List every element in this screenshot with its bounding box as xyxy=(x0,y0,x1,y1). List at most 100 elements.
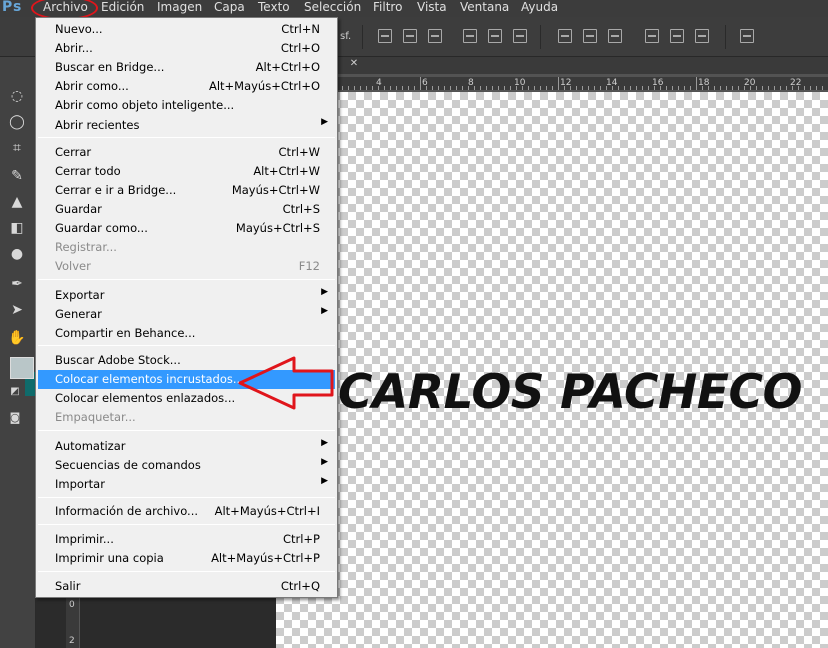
ruler-tick xyxy=(498,86,499,90)
distribute-top-icon[interactable] xyxy=(558,29,572,43)
menu-ventana[interactable]: Ventana xyxy=(460,0,509,17)
menu-item-secuencias-comandos[interactable]: Secuencias de comandos ▶ xyxy=(36,456,337,475)
pen-tool-icon[interactable]: ✒ xyxy=(6,275,28,293)
path-select-icon[interactable]: ➤ xyxy=(6,301,28,319)
menu-item-automatizar[interactable]: Automatizar ▶ xyxy=(36,437,337,456)
ruler-tick xyxy=(804,86,805,90)
ruler-tick xyxy=(564,86,565,90)
menu-vista[interactable]: Vista xyxy=(417,0,447,17)
menu-item-registrar: Registrar... xyxy=(55,240,117,254)
crop-tool-icon[interactable]: ⌗ xyxy=(6,139,28,157)
menu-item-informacion-archivo[interactable]: Información de archivo... Alt+Mayús+Ctrl+… xyxy=(36,502,337,521)
ruler-tick xyxy=(666,86,667,90)
menu-item-imprimir[interactable]: Imprimir... Ctrl+P xyxy=(36,530,337,549)
ruler-tick xyxy=(480,86,481,90)
annotation-arrow xyxy=(238,356,334,410)
menu-item-abrir-recientes[interactable]: Abrir recientes ▶ xyxy=(36,116,337,135)
stamp-tool-icon[interactable]: ▲ xyxy=(6,193,28,211)
ruler-tick xyxy=(570,86,571,90)
menu-separator xyxy=(38,430,335,431)
ruler-tick xyxy=(696,77,697,90)
lasso-tool-icon[interactable]: ◯ xyxy=(6,113,28,131)
menu-separator xyxy=(38,497,335,498)
submenu-arrow-icon: ▶ xyxy=(321,476,328,486)
menu-item-salir[interactable]: Salir Ctrl+Q xyxy=(36,577,337,596)
marquee-tool-icon[interactable]: ◌ xyxy=(6,87,28,105)
menu-texto[interactable]: Texto xyxy=(258,0,290,17)
ruler-tick xyxy=(810,86,811,90)
distribute-bottom-icon[interactable] xyxy=(608,29,622,43)
menu-item-cerrar-todo[interactable]: Cerrar todo Alt+Ctrl+W xyxy=(36,162,337,181)
menu-filtro[interactable]: Filtro xyxy=(373,0,402,17)
menu-item-cerrar-ir-bridge[interactable]: Cerrar e ir a Bridge... Mayús+Ctrl+W xyxy=(36,181,337,200)
menu-item-nuevo[interactable]: Nuevo... Ctrl+N xyxy=(36,20,337,39)
ruler-tick xyxy=(780,86,781,90)
ruler-tick xyxy=(516,86,517,90)
menu-item-guardar[interactable]: Guardar Ctrl+S xyxy=(36,200,337,219)
align-left-icon[interactable] xyxy=(463,29,477,43)
ruler-tick xyxy=(420,77,421,90)
menu-item-importar[interactable]: Importar ▶ xyxy=(36,475,337,494)
menu-item-guardar-como[interactable]: Guardar como... Mayús+Ctrl+S xyxy=(36,219,337,238)
menu-item-imprimir-copia[interactable]: Imprimir una copia Alt+Mayús+Ctrl+P xyxy=(36,549,337,568)
menu-separator xyxy=(38,137,335,138)
ruler-tick xyxy=(576,86,577,90)
quick-mask-icon[interactable]: ◙ xyxy=(4,409,26,427)
menu-capa[interactable]: Capa xyxy=(214,0,245,17)
swap-colors-icon[interactable]: ◩ xyxy=(4,383,26,401)
ruler-tick xyxy=(534,86,535,90)
distribute-hcenter-icon[interactable] xyxy=(670,29,684,43)
ruler-tick xyxy=(414,86,415,90)
ruler-tick xyxy=(486,86,487,90)
menu-item-abrir[interactable]: Abrir... Ctrl+O xyxy=(36,39,337,58)
foreground-color-swatch[interactable] xyxy=(10,357,34,379)
auto-align-icon[interactable] xyxy=(740,29,754,43)
menu-item-abrir-como[interactable]: Abrir como... Alt+Mayús+Ctrl+O xyxy=(36,77,337,96)
ruler-tick xyxy=(714,86,715,90)
ruler-tick xyxy=(732,86,733,90)
menu-item-exportar[interactable]: Exportar ▶ xyxy=(36,286,337,305)
menu-item-cerrar[interactable]: Cerrar Ctrl+W xyxy=(36,143,337,162)
ruler-tick xyxy=(384,86,385,90)
menu-separator xyxy=(38,524,335,525)
options-partial-label: sf. xyxy=(340,31,352,42)
ruler-tick xyxy=(744,86,745,90)
eraser-tool-icon[interactable]: ◧ xyxy=(6,219,28,237)
tab-close-icon[interactable]: ✕ xyxy=(347,57,361,71)
healing-brush-icon[interactable]: ✎ xyxy=(6,167,28,185)
menu-seleccion[interactable]: Selección xyxy=(304,0,361,17)
distribute-vcenter-icon[interactable] xyxy=(583,29,597,43)
hand-tool-icon[interactable]: ✋ xyxy=(6,329,28,347)
ruler-tick xyxy=(768,86,769,90)
menu-imagen[interactable]: Imagen xyxy=(157,0,202,17)
ruler-tick xyxy=(450,86,451,90)
align-bottom-icon[interactable] xyxy=(428,29,442,43)
menu-item-generar[interactable]: Generar ▶ xyxy=(36,305,337,324)
ruler-tick xyxy=(468,86,469,90)
ruler-tick xyxy=(774,86,775,90)
app-logo: Ps xyxy=(2,0,23,15)
ruler-tick xyxy=(492,86,493,90)
align-vcenter-icon[interactable] xyxy=(403,29,417,43)
menu-ayuda[interactable]: Ayuda xyxy=(521,0,558,17)
ruler-tick xyxy=(342,86,343,90)
blur-tool-icon[interactable]: ● xyxy=(6,245,28,263)
ruler-tick xyxy=(510,86,511,90)
ruler-tick xyxy=(372,86,373,90)
menu-item-compartir-behance[interactable]: Compartir en Behance... xyxy=(36,324,337,343)
vertical-ruler: 0 2 xyxy=(66,591,80,648)
distribute-left-icon[interactable] xyxy=(645,29,659,43)
menu-item-abrir-objeto-inteligente[interactable]: Abrir como objeto inteligente... xyxy=(36,96,337,115)
ruler-tick xyxy=(408,86,409,90)
ruler-tick xyxy=(444,86,445,90)
align-hcenter-icon[interactable] xyxy=(488,29,502,43)
file-menu-dropdown: Nuevo... Ctrl+N Abrir... Ctrl+O Buscar en … xyxy=(35,17,338,598)
align-top-icon[interactable] xyxy=(378,29,392,43)
ruler-tick xyxy=(684,86,685,90)
ruler-v-label: 0 xyxy=(69,600,75,610)
menu-item-buscar-bridge[interactable]: Buscar en Bridge... Alt+Ctrl+O xyxy=(36,58,337,77)
distribute-right-icon[interactable] xyxy=(695,29,709,43)
align-right-icon[interactable] xyxy=(513,29,527,43)
menu-edicion[interactable]: Edición xyxy=(101,0,144,17)
ruler-tick xyxy=(654,86,655,90)
